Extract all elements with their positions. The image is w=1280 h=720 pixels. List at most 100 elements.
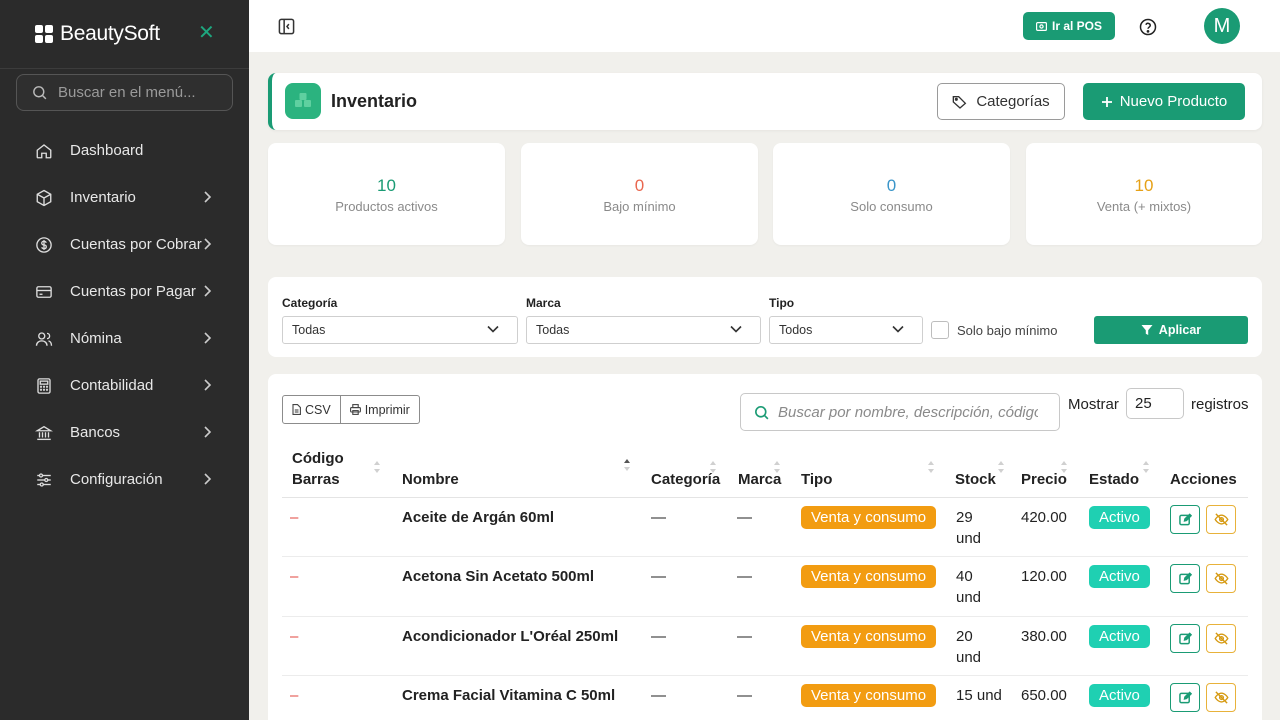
stock-qty: 15 und [956, 687, 1002, 704]
status-badge: Activo [1089, 625, 1150, 648]
help-icon[interactable] [1139, 18, 1157, 36]
stock-unit: und [956, 649, 982, 666]
apply-filters-button[interactable]: Aplicar [1094, 316, 1248, 344]
box-icon [35, 189, 53, 207]
sidebar-item-dashboard[interactable]: Dashboard [0, 127, 249, 174]
table-search-input[interactable] [778, 403, 1038, 421]
stock-qty: 20 [956, 628, 973, 645]
cell-brand: — [737, 687, 752, 704]
search-icon [33, 86, 47, 100]
cell-category: — [651, 568, 666, 585]
chevron-down-icon [892, 325, 904, 333]
go-to-pos-button[interactable]: Ir al POS [1023, 12, 1115, 40]
stat-card-sale: 10 Venta (+ mixtos) [1026, 143, 1262, 245]
deactivate-button[interactable] [1206, 564, 1236, 593]
sidebar-toggle-icon[interactable] [278, 18, 295, 35]
plus-icon [1101, 96, 1112, 107]
search-icon [755, 405, 769, 419]
edit-button[interactable] [1170, 624, 1200, 653]
sidebar-item-inventario[interactable]: Inventario [0, 174, 249, 221]
cell-barcode: – [290, 687, 299, 704]
sort-icon [374, 461, 380, 473]
edit-button[interactable] [1170, 505, 1200, 534]
header-text: Código [292, 450, 344, 467]
new-product-label: Nuevo Producto [1119, 93, 1228, 110]
sidebar-item-label: Dashboard [70, 142, 144, 159]
chevron-down-icon [487, 325, 499, 333]
edit-button[interactable] [1170, 683, 1200, 712]
page-title: Inventario [331, 91, 418, 111]
sort-icon [710, 461, 716, 473]
column-header-barcode[interactable]: Código Barras [292, 448, 344, 490]
cell-brand: — [737, 509, 752, 526]
sort-ascending-icon [624, 459, 630, 471]
edit-icon [1178, 513, 1192, 526]
category-select-value: Todas [292, 323, 326, 337]
status-badge: Activo [1089, 506, 1150, 529]
eye-off-icon [1213, 691, 1229, 704]
sidebar-item-contabilidad[interactable]: Contabilidad [0, 362, 249, 409]
sidebar-search-input[interactable] [58, 84, 218, 101]
sidebar-item-label: Cuentas por Pagar [70, 283, 196, 300]
column-header-name[interactable]: Nombre [402, 469, 459, 490]
chevron-right-icon [204, 473, 212, 485]
type-badge: Venta y consumo [801, 565, 937, 588]
print-button[interactable]: Imprimir [339, 396, 419, 423]
sidebar-nav: Dashboard Inventario Cuentas por Cobrar … [0, 127, 249, 503]
stock-unit: und [956, 589, 982, 606]
sidebar-item-configuracion[interactable]: Configuración [0, 456, 249, 503]
sidebar-item-label: Cuentas por Cobrar [70, 236, 202, 253]
category-select[interactable]: Todas [282, 316, 518, 344]
close-sidebar-icon[interactable]: ✕ [198, 23, 215, 43]
categories-button[interactable]: Categorías [937, 83, 1065, 120]
deactivate-button[interactable] [1206, 624, 1236, 653]
sort-icon [998, 461, 1004, 473]
chevron-right-icon [204, 238, 212, 250]
cell-stock: 15 und [956, 685, 1002, 706]
type-select[interactable]: Todos [769, 316, 923, 344]
sidebar-search [16, 74, 233, 111]
column-header-stock[interactable]: Stock [955, 469, 996, 490]
user-avatar[interactable]: M [1204, 8, 1240, 44]
cell-category: — [651, 628, 666, 645]
csv-label: CSV [305, 402, 331, 417]
deactivate-button[interactable] [1206, 683, 1236, 712]
cell-name: Acondicionador L'Oréal 250ml [402, 628, 619, 645]
export-csv-button[interactable]: CSV [283, 396, 340, 423]
tag-icon [952, 95, 967, 109]
status-badge: Activo [1089, 565, 1150, 588]
low-stock-checkbox[interactable] [931, 321, 949, 339]
category-filter-label: Categoría [282, 296, 338, 310]
page-header: Inventario Categorías Nuevo Producto [268, 73, 1262, 130]
stat-card-below-minimum: 0 Bajo mínimo [521, 143, 758, 245]
brand-select-value: Todas [536, 323, 570, 337]
table-search [740, 393, 1060, 431]
column-header-status[interactable]: Estado [1089, 469, 1139, 490]
stat-label: Venta (+ mixtos) [1096, 199, 1192, 214]
eye-off-icon [1213, 572, 1229, 585]
sort-icon [928, 461, 934, 473]
cell-barcode: – [290, 568, 299, 585]
type-select-value: Todos [779, 323, 813, 337]
sidebar-item-cuentas-por-cobrar[interactable]: Cuentas por Cobrar [0, 221, 249, 268]
calculator-icon [35, 377, 53, 395]
filter-icon [1141, 325, 1153, 335]
print-label: Imprimir [364, 402, 410, 417]
sidebar-item-nomina[interactable]: Nómina [0, 315, 249, 362]
sidebar-item-label: Contabilidad [70, 377, 154, 394]
new-product-button[interactable]: Nuevo Producto [1083, 83, 1245, 120]
cell-barcode: – [290, 509, 299, 526]
deactivate-button[interactable] [1206, 505, 1236, 534]
eye-off-icon [1213, 632, 1229, 645]
sidebar-item-bancos[interactable]: Bancos [0, 409, 249, 456]
sidebar-item-cuentas-por-pagar[interactable]: Cuentas por Pagar [0, 268, 249, 315]
file-icon [292, 404, 301, 415]
column-header-type[interactable]: Tipo [801, 469, 832, 490]
brand-select[interactable]: Todas [526, 316, 761, 344]
stat-value: 10 [377, 176, 396, 195]
topbar: Ir al POS M [249, 0, 1280, 52]
page-size-input[interactable] [1126, 388, 1184, 419]
sidebar: BeautySoft ✕ Dashboard Inventario Cuenta… [0, 0, 249, 720]
bank-icon [35, 424, 53, 442]
edit-button[interactable] [1170, 564, 1200, 593]
